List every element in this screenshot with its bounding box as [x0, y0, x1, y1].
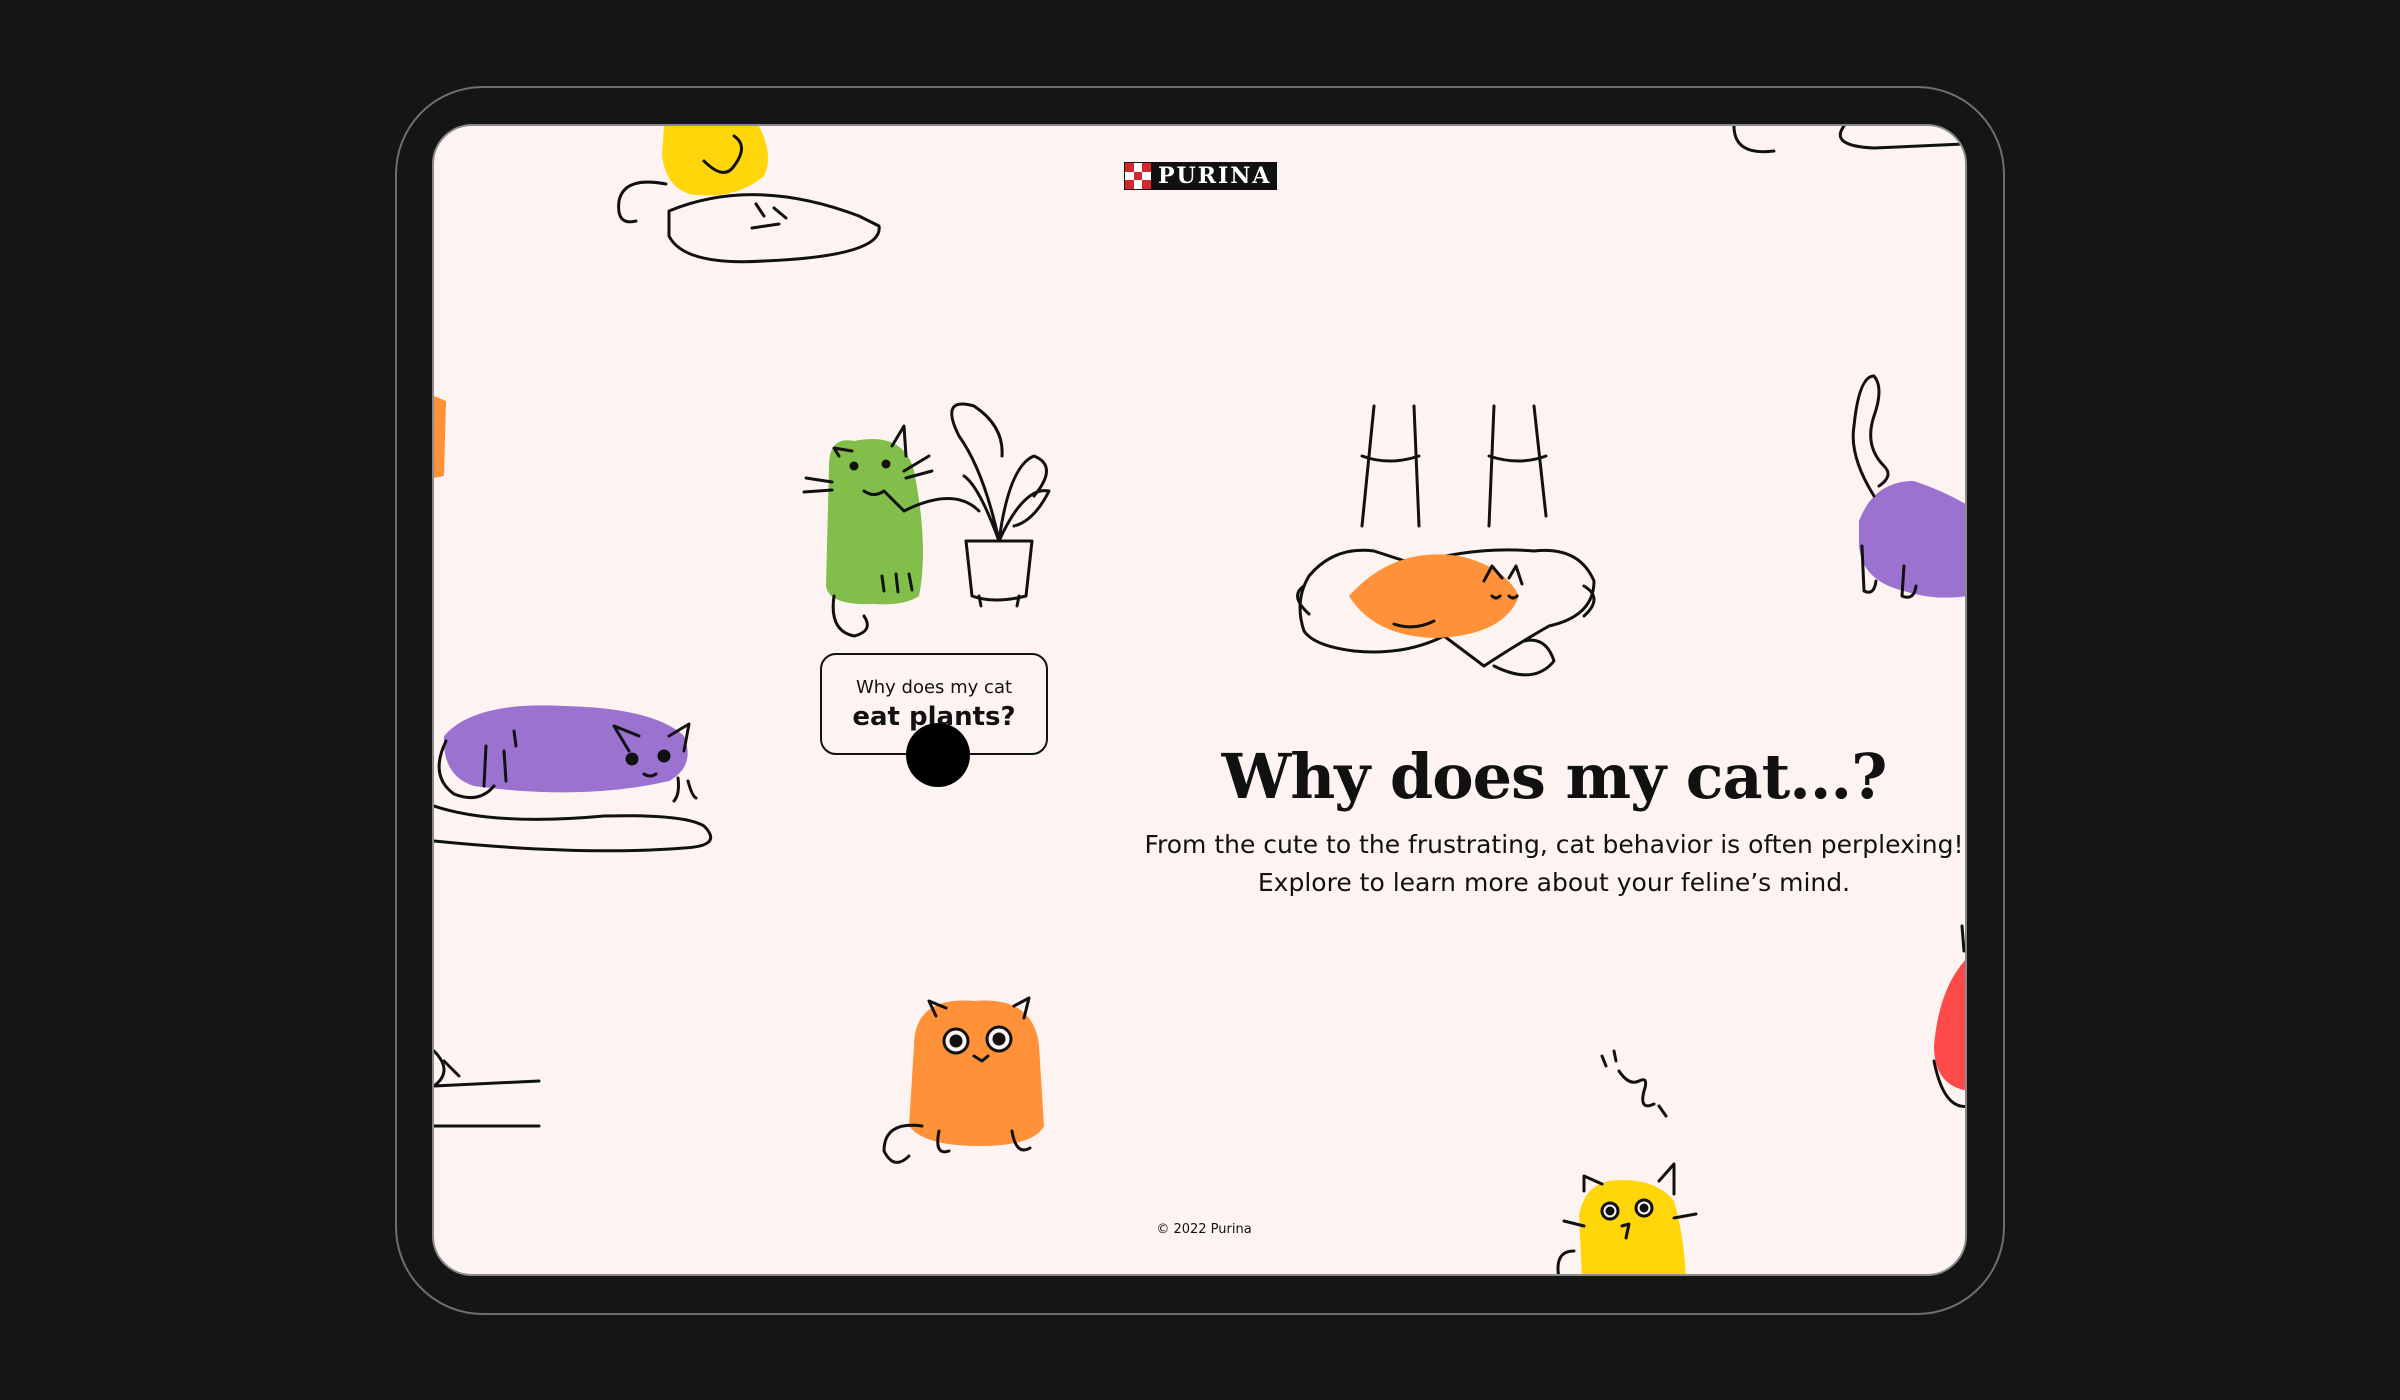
page-subtitle: From the cute to the frustrating, cat be… — [994, 826, 1965, 902]
checkerboard-icon — [1125, 163, 1151, 189]
page-title: Why does my cat...? — [1221, 740, 1888, 813]
footer-copyright: © 2022 Purina — [1156, 1222, 1252, 1237]
purple-cat-right-edge-illustration[interactable] — [1851, 374, 1967, 599]
orange-edge-shape — [434, 396, 446, 478]
string-toy-illustration — [1600, 1049, 1668, 1118]
touch-cursor-indicator — [906, 723, 970, 787]
subtitle-line-1: From the cute to the frustrating, cat be… — [1144, 830, 1964, 859]
red-cat-right-edge-illustration[interactable] — [1932, 924, 1967, 1108]
orange-startled-cat-illustration[interactable] — [882, 996, 1044, 1164]
person-with-sleeping-cat-illustration[interactable] — [1296, 404, 1596, 677]
purple-crying-cat-illustration[interactable] — [434, 705, 713, 853]
purina-logo[interactable]: PURINA — [1124, 162, 1278, 190]
cat-paw-left-edge-illustration — [434, 1049, 541, 1128]
illustrations-layer — [434, 126, 1967, 1276]
green-cat-with-plant-illustration[interactable] — [802, 402, 1051, 638]
logo-wordmark: PURINA — [1158, 163, 1272, 189]
yellow-cat-bottom-right-illustration[interactable] — [1556, 1162, 1698, 1276]
cat-tail-top-right-illustration — [1732, 126, 1965, 154]
app-screen: PURINA Why does my cat...? From the cute… — [432, 124, 1967, 1276]
question-card-line-1: Why does my cat — [855, 677, 1013, 698]
yellow-cat-on-pillow-illustration[interactable] — [617, 126, 881, 264]
subtitle-line-2: Explore to learn more about your feline’… — [1257, 868, 1851, 897]
